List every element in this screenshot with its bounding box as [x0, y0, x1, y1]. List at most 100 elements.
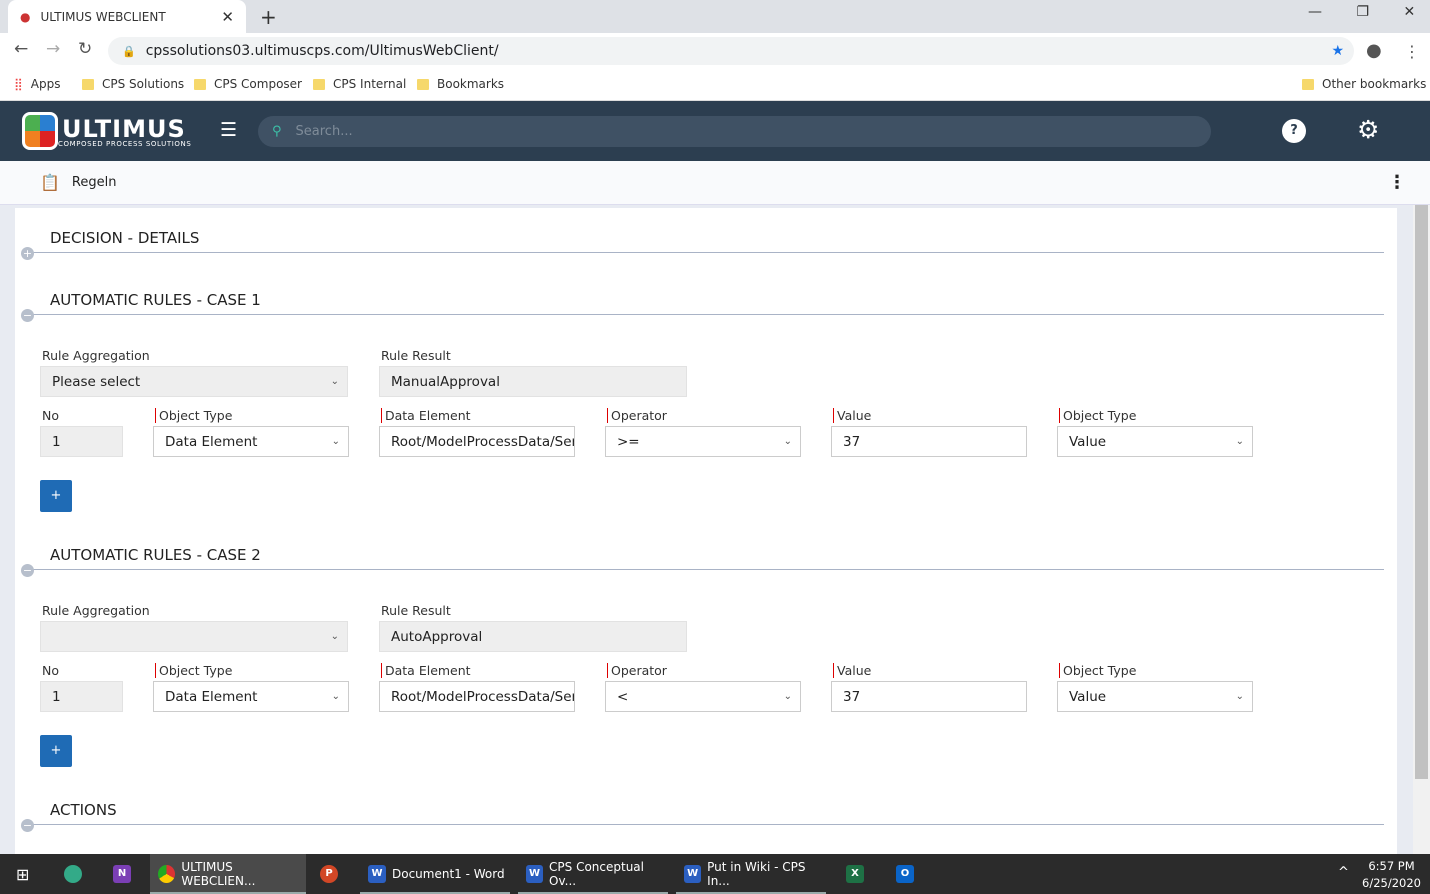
section-case-2[interactable]: AUTOMATIC RULES - CASE 2 — [50, 546, 261, 564]
rule-aggregation-select[interactable]: ⌄ — [40, 621, 348, 652]
bookmark-label: Apps — [30, 77, 61, 91]
section-actions[interactable]: ACTIONS — [50, 801, 117, 819]
start-button[interactable]: ⊞ — [8, 854, 29, 894]
new-tab-button[interactable]: + — [260, 5, 277, 29]
select-value: Data Element — [165, 688, 258, 705]
taskbar-word-cps[interactable]: W CPS Conceptual Ov... — [518, 854, 668, 894]
taskbar-onenote[interactable]: N — [105, 854, 131, 894]
scrollbar-thumb[interactable] — [1415, 205, 1428, 779]
search-icon: ⚲ — [272, 124, 282, 139]
chrome-icon — [158, 865, 176, 883]
select-value: >= — [617, 433, 640, 450]
object-type-select[interactable]: Data Element ⌄ — [153, 681, 349, 712]
field-value: 1 — [52, 433, 61, 450]
bookmark-label: Other bookmarks — [1322, 77, 1427, 91]
chevron-down-icon: ⌄ — [330, 631, 339, 642]
back-icon[interactable]: ← — [14, 39, 28, 59]
expand-icon[interactable]: + — [21, 247, 34, 260]
outlook-icon: O — [896, 865, 914, 883]
label-rule-result: Rule Result — [381, 348, 451, 363]
star-icon[interactable]: ★ — [1331, 43, 1344, 59]
section-case-1[interactable]: AUTOMATIC RULES - CASE 1 — [50, 291, 261, 309]
bookmark-label: CPS Internal — [333, 77, 407, 91]
help-icon[interactable]: ? — [1282, 119, 1306, 143]
value-input[interactable]: 37 — [831, 426, 1027, 457]
chevron-up-icon[interactable]: ^ — [1338, 865, 1349, 880]
field-value: 37 — [843, 688, 861, 705]
reload-icon[interactable]: ↻ — [78, 39, 92, 59]
object-type-select[interactable]: Data Element ⌄ — [153, 426, 349, 457]
clock[interactable]: 6:57 PM 6/25/2020 — [1362, 858, 1421, 892]
bookmark-cps-internal[interactable]: CPS Internal — [313, 77, 406, 91]
search-input[interactable]: ⚲ Search... — [258, 116, 1211, 147]
taskbar-outlook[interactable]: O — [888, 854, 914, 894]
value-type-select[interactable]: Value ⌄ — [1057, 681, 1253, 712]
excel-icon: X — [846, 865, 864, 883]
data-element-input[interactable]: Root/ModelProcessData/Service — [379, 426, 575, 457]
collapse-icon[interactable]: − — [21, 819, 34, 832]
chevron-down-icon: ⌄ — [330, 376, 339, 387]
taskbar-label: CPS Conceptual Ov... — [549, 860, 644, 888]
bookmark-other[interactable]: Other bookmarks — [1302, 77, 1426, 91]
label-rule-aggregation: Rule Aggregation — [42, 348, 150, 363]
taskbar-chrome[interactable]: ULTIMUS WEBCLIEN... — [150, 854, 306, 894]
label-no: No — [42, 408, 59, 423]
taskbar-excel[interactable]: X — [838, 854, 864, 894]
tab-title: ULTIMUS WEBCLIENT — [40, 9, 166, 24]
forward-icon[interactable]: → — [46, 39, 60, 59]
collapse-icon[interactable]: − — [21, 309, 34, 322]
menu-icon[interactable]: ⋮ — [1404, 42, 1420, 61]
field-value: Root/ModelProcessData/Service — [391, 688, 575, 705]
apps-icon: ⣿ — [14, 77, 23, 91]
chevron-down-icon: ⌄ — [783, 436, 792, 447]
taskbar-word-wiki[interactable]: W Put in Wiki - CPS In... — [676, 854, 826, 894]
taskbar-label: Put in Wiki - CPS In... — [707, 860, 806, 888]
folder-icon — [313, 78, 325, 90]
bookmark-label: CPS Composer — [214, 77, 302, 91]
hamburger-icon[interactable]: ☰ — [220, 119, 237, 141]
add-rule-button[interactable]: + — [40, 480, 72, 512]
bookmark-label: CPS Solutions — [102, 77, 185, 91]
select-value: Value — [1069, 688, 1107, 705]
select-value: < — [617, 688, 629, 705]
taskbar-label: ULTIMUS WEBCLIEN... — [181, 860, 256, 888]
time: 6:57 PM — [1368, 859, 1415, 873]
bookmark-cps-solutions[interactable]: CPS Solutions — [82, 77, 184, 91]
gear-icon[interactable]: ⚙ — [1357, 115, 1379, 144]
label-operator: Operator — [607, 408, 667, 423]
close-tab-icon[interactable]: ✕ — [221, 8, 234, 26]
bookmark-cps-composer[interactable]: CPS Composer — [194, 77, 302, 91]
logo-subtitle: COMPOSED PROCESS SOLUTIONS — [58, 140, 192, 148]
url-input[interactable]: 🔒 cpssolutions03.ultimuscps.com/UltimusW… — [108, 37, 1354, 65]
value-type-select[interactable]: Value ⌄ — [1057, 426, 1253, 457]
collapse-icon[interactable]: − — [21, 564, 34, 577]
onenote-icon: N — [113, 865, 131, 883]
operator-select[interactable]: < ⌄ — [605, 681, 801, 712]
section-decision-details[interactable]: DECISION - DETAILS — [50, 229, 199, 247]
taskbar-powerpoint[interactable]: P — [312, 854, 338, 894]
more-options-icon[interactable]: ⋮ — [1388, 172, 1406, 193]
chevron-down-icon: ⌄ — [783, 691, 792, 702]
taskbar-word-doc1[interactable]: W Document1 - Word — [360, 854, 510, 894]
favicon-icon: ● — [20, 9, 31, 24]
data-element-input[interactable]: Root/ModelProcessData/Service — [379, 681, 575, 712]
taskbar-app[interactable] — [56, 854, 82, 894]
value-input[interactable]: 37 — [831, 681, 1027, 712]
label-object-type: Object Type — [155, 408, 232, 423]
page-title: Regeln — [71, 175, 117, 190]
page-subheader: 📋 Regeln ⋮ — [0, 161, 1430, 205]
operator-select[interactable]: >= ⌄ — [605, 426, 801, 457]
chevron-down-icon: ⌄ — [1235, 436, 1244, 447]
bookmark-bookmarks[interactable]: Bookmarks — [417, 77, 504, 91]
window-controls[interactable]: — ❐ ✕ — [1308, 4, 1415, 20]
bookmarks-bar: ⣿ Apps CPS Solutions CPS Composer CPS Int… — [0, 69, 1430, 101]
rule-aggregation-select[interactable]: Please select ⌄ — [40, 366, 348, 397]
bookmark-apps[interactable]: ⣿ Apps — [14, 77, 61, 91]
word-icon: W — [368, 865, 386, 883]
folder-icon — [1302, 78, 1314, 90]
profile-icon[interactable]: ● — [1366, 40, 1382, 61]
add-rule-button[interactable]: + — [40, 735, 72, 767]
field-value: 37 — [843, 433, 861, 450]
folder-icon — [417, 78, 429, 90]
browser-tab[interactable]: ● ULTIMUS WEBCLIENT ✕ — [8, 0, 246, 33]
